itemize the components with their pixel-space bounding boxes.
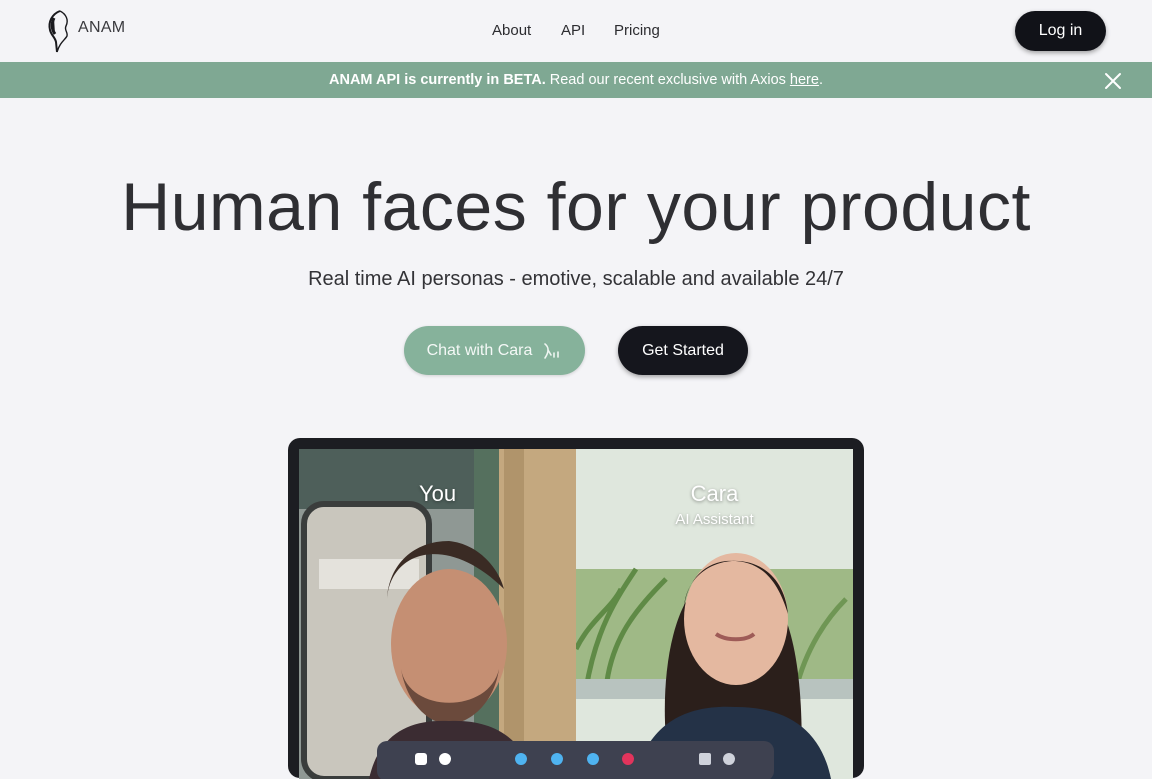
- banner-bold-text: ANAM API is currently in BETA.: [329, 72, 546, 88]
- close-icon[interactable]: [1104, 72, 1122, 90]
- logo[interactable]: ANAM: [46, 8, 125, 54]
- site-header: ANAM About API Pricing Log in: [0, 0, 1152, 62]
- nav-api[interactable]: API: [561, 22, 585, 39]
- call-control-bar: [377, 741, 774, 779]
- login-button[interactable]: Log in: [1015, 11, 1106, 51]
- cara-label: Cara: [690, 481, 739, 506]
- hero-title: Human faces for your product: [121, 169, 1031, 245]
- user-video-pane: You: [299, 449, 576, 779]
- expand-icon[interactable]: [699, 753, 711, 765]
- camera-icon[interactable]: [551, 753, 563, 765]
- get-started-button[interactable]: Get Started: [618, 326, 748, 375]
- banner-link[interactable]: here: [790, 72, 819, 88]
- banner-period: .: [818, 72, 823, 88]
- hero-subtitle: Real time AI personas - emotive, scalabl…: [308, 268, 844, 290]
- add-icon[interactable]: [587, 753, 599, 765]
- nav-about[interactable]: About: [492, 22, 531, 39]
- chat-with-cara-button[interactable]: Chat with Cara: [404, 326, 585, 375]
- banner-text: Read our recent exclusive with Axios: [549, 72, 786, 88]
- chat-icon[interactable]: [415, 753, 427, 765]
- person-icon[interactable]: [439, 753, 451, 765]
- you-label: You: [418, 481, 457, 506]
- voice-wave-icon: [544, 342, 560, 359]
- end-call-icon[interactable]: [622, 753, 634, 765]
- cara-video-pane: Cara AI Assistant: [576, 449, 853, 779]
- logo-text: ANAM: [78, 19, 126, 36]
- video-call-screen: You Cara AI Assistant: [299, 449, 853, 779]
- nav-pricing[interactable]: Pricing: [614, 22, 660, 39]
- chat-button-label: Chat with Cara: [426, 341, 533, 359]
- beta-banner: ANAM API is currently in BETA. Read our …: [0, 62, 1152, 98]
- mic-icon[interactable]: [515, 753, 527, 765]
- cara-role-label: AI Assistant: [675, 511, 754, 528]
- settings-icon[interactable]: [723, 753, 735, 765]
- anam-logo-icon: [48, 10, 68, 53]
